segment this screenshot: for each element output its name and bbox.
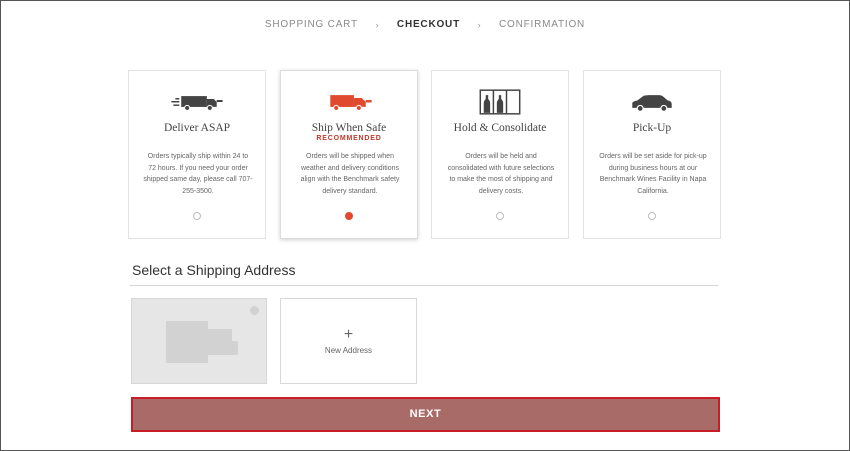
step-confirmation: CONFIRMATION <box>499 19 586 30</box>
fast-truck-icon <box>171 96 223 111</box>
option-description: Orders will be shipped when weather and … <box>300 153 400 195</box>
delivery-option-deliver-asap[interactable]: Deliver ASAP Orders typically ship withi… <box>128 70 266 239</box>
car-icon <box>632 95 672 112</box>
new-address-label: New Address <box>324 346 373 355</box>
wine-rack-icon <box>479 89 521 115</box>
checkout-steps: SHOPPING CART › CHECKOUT › CONFIRMATION <box>0 19 850 30</box>
delivery-option-hold-consolidate[interactable]: Hold & Consolidate Orders will be held a… <box>431 70 569 239</box>
option-title: Ship When Safe <box>311 122 387 134</box>
address-radio[interactable] <box>250 306 259 315</box>
option-radio[interactable] <box>345 212 353 220</box>
option-radio[interactable] <box>496 212 504 220</box>
option-title: Deliver ASAP <box>163 122 231 134</box>
option-radio[interactable] <box>193 212 201 220</box>
plus-icon: + <box>343 326 354 343</box>
truck-icon <box>330 95 372 111</box>
saved-address-card[interactable] <box>131 298 267 384</box>
redacted-address <box>208 341 238 355</box>
section-divider <box>130 285 718 286</box>
recommended-badge: RECOMMENDED <box>316 135 382 142</box>
next-button[interactable]: NEXT <box>131 397 720 432</box>
option-description: Orders will be held and consolidated wit… <box>447 153 555 195</box>
option-description: Orders typically ship within 24 to 72 ho… <box>143 153 253 195</box>
option-title: Pick-Up <box>632 122 672 134</box>
delivery-option-ship-when-safe[interactable]: Ship When Safe RECOMMENDED Orders will b… <box>280 70 418 239</box>
option-description: Orders will be set aside for pick-up dur… <box>599 153 707 195</box>
chevron-right-icon: › <box>477 19 482 30</box>
delivery-option-pick-up[interactable]: Pick-Up Orders will be set aside for pic… <box>583 70 721 239</box>
option-title: Hold & Consolidate <box>453 122 547 134</box>
step-checkout: CHECKOUT <box>396 19 460 30</box>
option-radio[interactable] <box>648 212 656 220</box>
shipping-address-title: Select a Shipping Address <box>132 262 296 278</box>
chevron-right-icon: › <box>375 19 380 30</box>
step-shopping-cart[interactable]: SHOPPING CART <box>265 19 358 30</box>
new-address-button[interactable]: + New Address <box>280 298 417 384</box>
